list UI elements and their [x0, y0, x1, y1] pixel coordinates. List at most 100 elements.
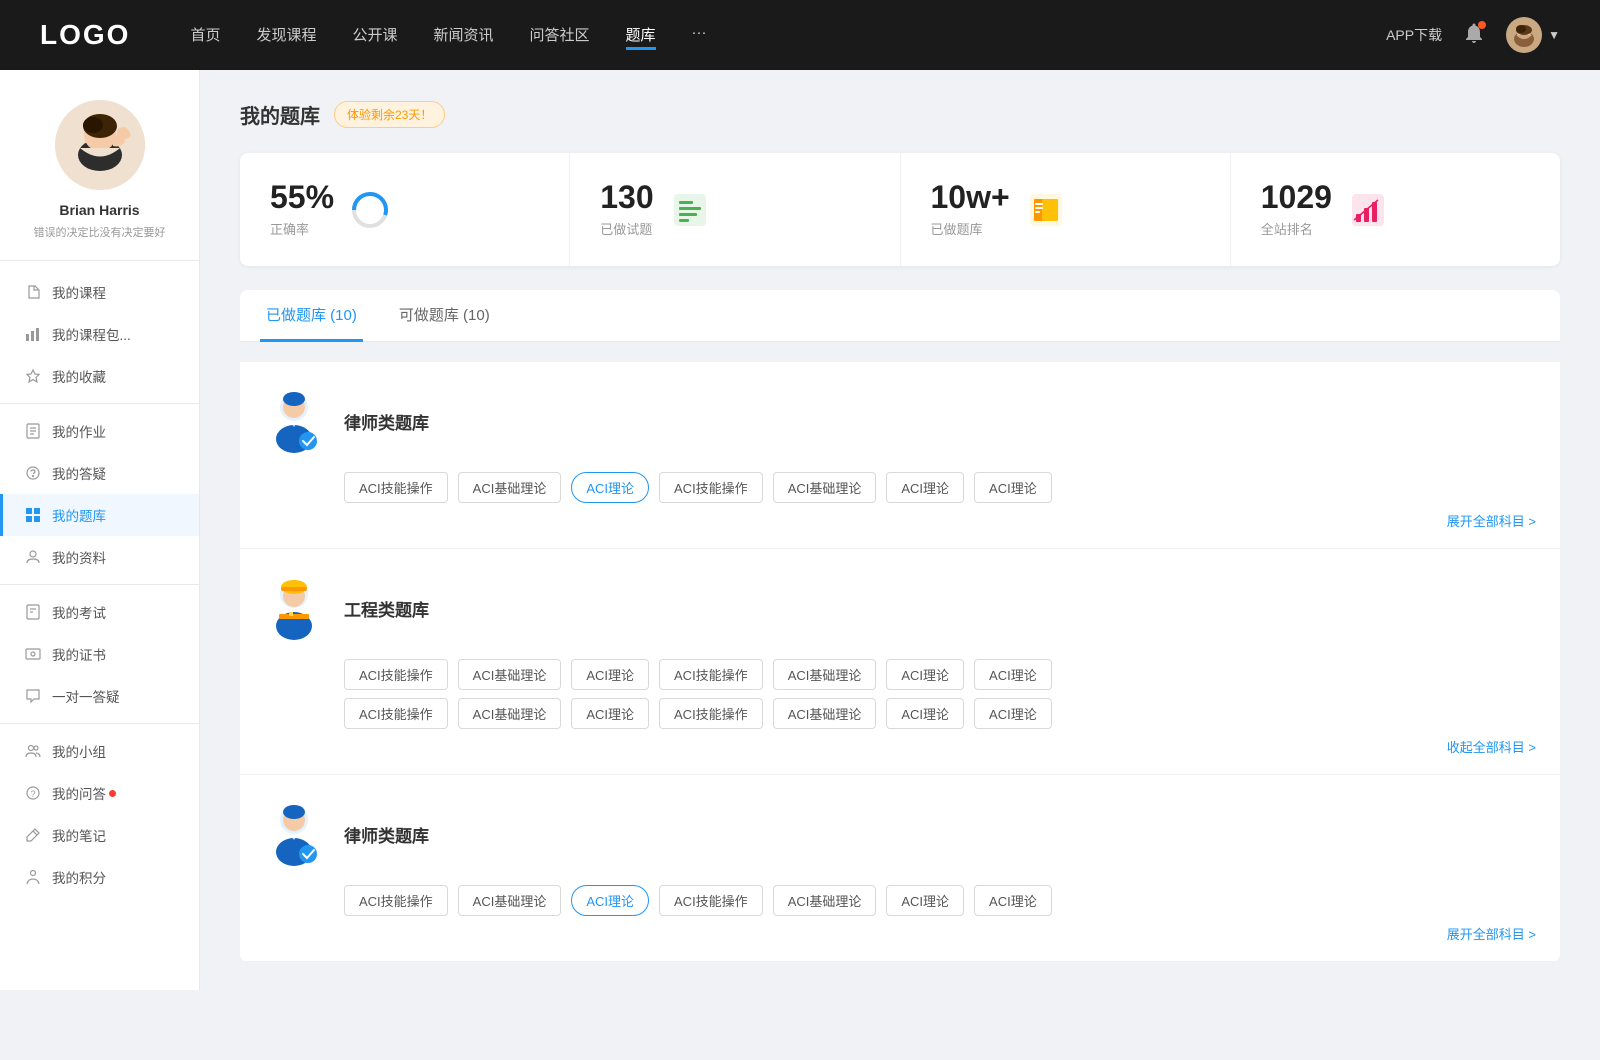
bank-title-lawyer-1: 律师类题库 — [344, 409, 429, 434]
tab-available-banks[interactable]: 可做题库 (10) — [393, 290, 496, 342]
avatar — [1506, 17, 1542, 53]
expand-link-lawyer-1[interactable]: 展开全部科目 > — [344, 511, 1536, 530]
stat-done-banks-label: 已做题库 — [931, 219, 1010, 238]
chart-icon — [24, 325, 42, 343]
main-content: 我的题库 体验剩余23天！ 55% 正确率 — [200, 70, 1600, 992]
bank-section-lawyer-2: 律师类题库 ACI技能操作 ACI基础理论 ACI理论 ACI技能操作 ACI基… — [240, 775, 1560, 962]
sidebar-item-course-label: 我的课程 — [52, 282, 106, 302]
people-icon — [24, 548, 42, 566]
eng-tag-6[interactable]: ACI理论 — [974, 659, 1052, 690]
doc-icon — [24, 283, 42, 301]
profile-motto: 错误的决定比没有决定要好 — [24, 224, 176, 240]
accuracy-chart-icon — [350, 190, 390, 230]
l2-tag-6[interactable]: ACI理论 — [974, 885, 1052, 916]
l2-tag-4[interactable]: ACI基础理论 — [773, 885, 877, 916]
l2-tag-1[interactable]: ACI基础理论 — [458, 885, 562, 916]
divider-2 — [0, 584, 199, 585]
eng-tag-13[interactable]: ACI理论 — [974, 698, 1052, 729]
l2-tag-0[interactable]: ACI技能操作 — [344, 885, 448, 916]
collapse-link-engineer[interactable]: 收起全部科目 > — [344, 737, 1536, 756]
main-layout: Brian Harris 错误的决定比没有决定要好 我的课程 我的课程包... — [0, 70, 1600, 992]
notification-bell[interactable] — [1462, 21, 1486, 50]
tags-row-lawyer-1: ACI技能操作 ACI基础理论 ACI理论 ACI技能操作 ACI基础理论 AC… — [344, 472, 1536, 503]
sidebar-item-points-label: 我的积分 — [52, 867, 106, 887]
eng-tag-4[interactable]: ACI基础理论 — [773, 659, 877, 690]
questions-chart-icon — [670, 190, 710, 230]
tag-5[interactable]: ACI理论 — [886, 472, 964, 503]
tab-done-banks[interactable]: 已做题库 (10) — [260, 290, 363, 342]
sidebar-item-favorites-label: 我的收藏 — [52, 366, 106, 386]
profile-avatar — [55, 100, 145, 190]
tag-6[interactable]: ACI理论 — [974, 472, 1052, 503]
bank-section-lawyer-1: 律师类题库 ACI技能操作 ACI基础理论 ACI理论 ACI技能操作 ACI基… — [240, 362, 1560, 549]
sidebar-item-profile[interactable]: 我的资料 — [0, 536, 199, 578]
app-download-button[interactable]: APP下载 — [1386, 25, 1442, 45]
tag-4[interactable]: ACI基础理论 — [773, 472, 877, 503]
bank-header-lawyer-2: 律师类题库 — [264, 799, 1536, 869]
l2-tag-5[interactable]: ACI理论 — [886, 885, 964, 916]
eng-tag-11[interactable]: ACI基础理论 — [773, 698, 877, 729]
pen-icon — [24, 826, 42, 844]
sidebar-item-qa[interactable]: 我的答疑 — [0, 452, 199, 494]
bank-header-engineer: 工程类题库 — [264, 573, 1536, 643]
sidebar-item-my-questions[interactable]: ? 我的问答 — [0, 772, 199, 814]
eng-tag-0[interactable]: ACI技能操作 — [344, 659, 448, 690]
nav-opencourse[interactable]: 公开课 — [352, 20, 397, 50]
eng-tag-8[interactable]: ACI基础理论 — [458, 698, 562, 729]
stat-accuracy-number: 55% — [270, 181, 334, 213]
nav-qa[interactable]: 问答社区 — [530, 20, 590, 50]
eng-tag-1[interactable]: ACI基础理论 — [458, 659, 562, 690]
eng-tag-10[interactable]: ACI技能操作 — [659, 698, 763, 729]
bank-title-lawyer-2: 律师类题库 — [344, 822, 429, 847]
sidebar-item-private-qa[interactable]: 一对一答疑 — [0, 675, 199, 717]
divider-1 — [0, 403, 199, 404]
tag-0[interactable]: ACI技能操作 — [344, 472, 448, 503]
stat-rank: 1029 全站排名 — [1231, 153, 1560, 266]
eng-tag-7[interactable]: ACI技能操作 — [344, 698, 448, 729]
user-avatar-area[interactable]: ▼ — [1506, 17, 1560, 53]
eng-tag-12[interactable]: ACI理论 — [886, 698, 964, 729]
sidebar-item-coursepack[interactable]: 我的课程包... — [0, 313, 199, 355]
tag-2[interactable]: ACI理论 — [571, 472, 649, 503]
sidebar: Brian Harris 错误的决定比没有决定要好 我的课程 我的课程包... — [0, 70, 200, 990]
stat-done-banks-number: 10w+ — [931, 181, 1010, 213]
logo[interactable]: LOGO — [40, 19, 130, 51]
cert-icon — [24, 645, 42, 663]
sidebar-item-homework[interactable]: 我的作业 — [0, 410, 199, 452]
sidebar-item-exams[interactable]: 我的考试 — [0, 591, 199, 633]
eng-tag-5[interactable]: ACI理论 — [886, 659, 964, 690]
sidebar-item-notes[interactable]: 我的笔记 — [0, 814, 199, 856]
l2-tag-2[interactable]: ACI理论 — [571, 885, 649, 916]
nav-news[interactable]: 新闻资讯 — [434, 20, 494, 50]
chat-icon — [24, 687, 42, 705]
tag-1[interactable]: ACI基础理论 — [458, 472, 562, 503]
eng-tag-3[interactable]: ACI技能操作 — [659, 659, 763, 690]
question-banks-panel: 已做题库 (10) 可做题库 (10) — [240, 290, 1560, 962]
tag-3[interactable]: ACI技能操作 — [659, 472, 763, 503]
nav-discover[interactable]: 发现课程 — [256, 20, 316, 50]
sidebar-item-course[interactable]: 我的课程 — [0, 271, 199, 313]
sidebar-item-exams-label: 我的考试 — [52, 602, 106, 622]
eng-tag-2[interactable]: ACI理论 — [571, 659, 649, 690]
lawyer-icon-2 — [264, 799, 324, 869]
tags-row-lawyer-2: ACI技能操作 ACI基础理论 ACI理论 ACI技能操作 ACI基础理论 AC… — [344, 885, 1536, 916]
banks-chart-icon — [1026, 190, 1066, 230]
sidebar-item-certificate[interactable]: 我的证书 — [0, 633, 199, 675]
bank-header-lawyer-1: 律师类题库 — [264, 386, 1536, 456]
page-header: 我的题库 体验剩余23天！ — [240, 100, 1560, 129]
sidebar-item-questionbank[interactable]: 我的题库 — [0, 494, 199, 536]
sidebar-item-group[interactable]: 我的小组 — [0, 730, 199, 772]
sidebar-item-my-questions-label: 我的问答 — [52, 783, 106, 803]
navbar: LOGO 首页 发现课程 公开课 新闻资讯 问答社区 题库 ··· APP下载 — [0, 0, 1600, 70]
sidebar-item-points[interactable]: 我的积分 — [0, 856, 199, 898]
eng-tag-9[interactable]: ACI理论 — [571, 698, 649, 729]
nav-questionbank[interactable]: 题库 — [626, 20, 656, 50]
sidebar-item-favorites[interactable]: 我的收藏 — [0, 355, 199, 397]
nav-home[interactable]: 首页 — [190, 20, 220, 50]
profile-name: Brian Harris — [59, 202, 139, 218]
nav-more[interactable]: ··· — [692, 20, 707, 50]
l2-tag-3[interactable]: ACI技能操作 — [659, 885, 763, 916]
sidebar-item-private-qa-label: 一对一答疑 — [52, 686, 120, 706]
expand-link-lawyer-2[interactable]: 展开全部科目 > — [344, 924, 1536, 943]
tabs-row: 已做题库 (10) 可做题库 (10) — [240, 290, 1560, 342]
